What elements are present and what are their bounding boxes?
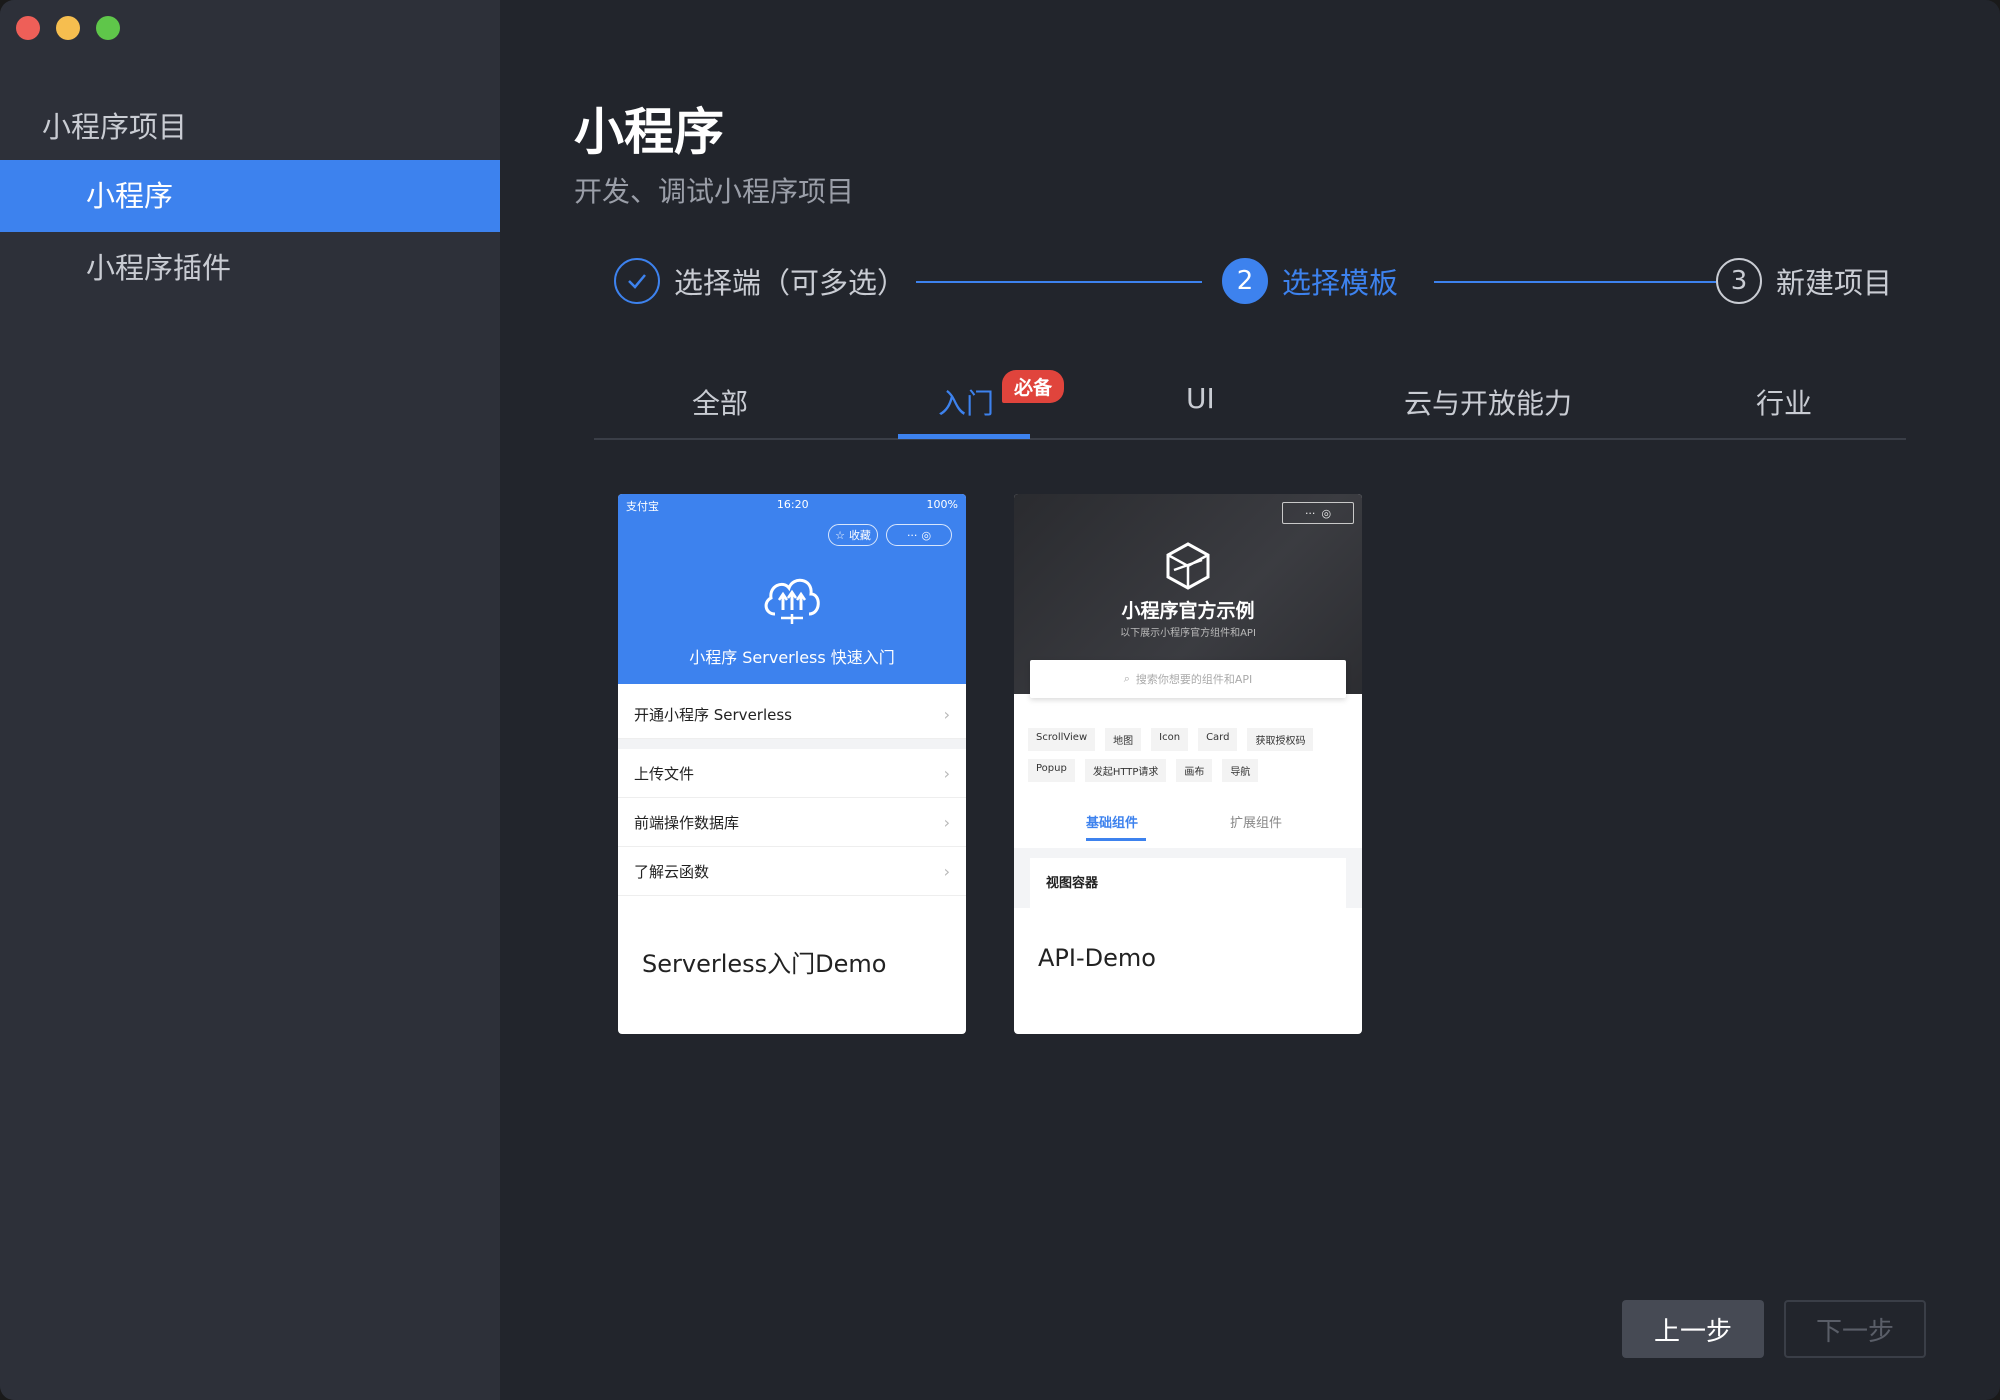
step-new-project: 3 新建项目	[1716, 256, 1892, 306]
tab-getting-started[interactable]: 入门	[938, 382, 994, 422]
preview-title: 小程序 Serverless 快速入门	[689, 648, 895, 667]
sidebar-item-plugin[interactable]: 小程序插件	[0, 232, 500, 304]
page-title: 小程序	[574, 103, 724, 161]
template-category-tabs: 全部 入门 必备 UI 云与开放能力 行业	[594, 370, 1906, 440]
template-name: Serverless入门Demo	[642, 950, 887, 978]
tag: Popup	[1028, 759, 1075, 782]
preview-tab-extended: 扩展组件	[1230, 816, 1283, 831]
cube-logo-icon	[1166, 542, 1210, 590]
preview-search-bar: ⌕ 搜索你想要的组件和API	[1030, 660, 1346, 698]
tag: Card	[1198, 728, 1238, 751]
step-connector	[916, 281, 1202, 283]
sidebar: 小程序项目 小程序 小程序插件	[0, 0, 500, 1400]
tab-active-indicator	[898, 434, 1030, 439]
status-carrier: 支付宝	[626, 500, 659, 513]
tag: Icon	[1151, 728, 1189, 751]
tag: 地图	[1105, 728, 1142, 751]
preview-title: 小程序官方示例	[1121, 600, 1255, 622]
tab-cloud-open[interactable]: 云与开放能力	[1404, 382, 1572, 422]
list-item-label: 上传文件	[634, 764, 695, 783]
minimize-window-button[interactable]	[56, 16, 80, 40]
preview-tabs: 基础组件 扩展组件	[1014, 812, 1362, 842]
step-select-platform: 选择端（可多选）	[614, 256, 906, 306]
tab-all[interactable]: 全部	[692, 382, 748, 422]
tag: 发起HTTP请求	[1084, 759, 1167, 782]
next-step-button[interactable]: 下一步	[1784, 1300, 1926, 1358]
step-label: 选择模板	[1282, 266, 1399, 300]
template-name: API-Demo	[1038, 944, 1156, 972]
stepper: 选择端（可多选） 2 选择模板 3 新建项目	[612, 256, 1892, 306]
preview-tab-basic: 基础组件	[1086, 816, 1139, 831]
step-number: 3	[1716, 258, 1762, 304]
tag: 获取授权码	[1247, 728, 1314, 751]
main-panel: 小程序 开发、调试小程序项目 选择端（可多选） 2 选择模板 3 新建项目 全部…	[500, 0, 2000, 1400]
menu-capsule: ··· ◎	[886, 524, 952, 546]
preview-tab-indicator	[1086, 838, 1146, 841]
favorite-capsule: ☆ 收藏	[828, 524, 878, 546]
step-select-template: 2 选择模板	[1222, 256, 1398, 306]
chevron-right-icon: ›	[943, 763, 950, 783]
more-icon: ···	[1304, 506, 1316, 520]
maximize-window-button[interactable]	[96, 16, 120, 40]
status-time: 16:20	[776, 498, 809, 511]
list-item: 了解云函数 ›	[618, 847, 966, 896]
preview-list: 开通小程序 Serverless › 上传文件 › 前端操作数据库 › 了解云函…	[618, 690, 966, 896]
preview-tag-list: ScrollView 地图 Icon Card 获取授权码 Popup 发起HT…	[1028, 728, 1348, 782]
required-badge: 必备	[1002, 370, 1065, 403]
sidebar-item-miniprogram[interactable]: 小程序	[0, 160, 500, 232]
preview-header: 支付宝 16:20 100% ☆ 收藏 ··· ◎ 小程序 Serverless…	[618, 494, 966, 684]
close-window-button[interactable]	[16, 16, 40, 40]
list-item-label: 开通小程序 Serverless	[634, 705, 792, 724]
chevron-right-icon: ›	[943, 704, 950, 724]
window-controls	[16, 16, 120, 40]
page-subtitle: 开发、调试小程序项目	[574, 175, 855, 208]
tag: ScrollView	[1028, 728, 1096, 751]
step-connector	[1434, 281, 1716, 283]
check-circle-icon	[614, 258, 660, 304]
close-circle-icon: ◎	[921, 528, 932, 542]
template-card-serverless[interactable]: 支付宝 16:20 100% ☆ 收藏 ··· ◎ 小程序 Serverless…	[618, 494, 966, 1034]
cloud-upload-icon	[764, 578, 820, 624]
search-icon: ⌕	[1123, 672, 1130, 685]
status-battery: 100%	[926, 498, 958, 511]
template-card-api-demo[interactable]: ··· ◎ 小程序官方示例 以下展示小程序官方组件和API ⌕ 搜索你想要的组件…	[1014, 494, 1362, 1034]
tab-ui[interactable]: UI	[1186, 382, 1215, 415]
search-placeholder: 搜索你想要的组件和API	[1135, 673, 1253, 686]
list-item-label: 前端操作数据库	[634, 813, 740, 832]
more-icon: ···	[906, 528, 918, 542]
preview-subtitle: 以下展示小程序官方组件和API	[1120, 628, 1256, 639]
tag: 画布	[1176, 759, 1213, 782]
close-circle-icon: ◎	[1321, 506, 1332, 520]
chevron-right-icon: ›	[943, 861, 950, 881]
menu-capsule: ··· ◎	[1282, 502, 1354, 524]
step-label: 选择端（可多选）	[674, 266, 907, 300]
sidebar-section-title: 小程序项目	[42, 110, 188, 144]
tab-industry[interactable]: 行业	[1756, 382, 1812, 422]
list-divider	[618, 739, 966, 749]
list-item: 前端操作数据库 ›	[618, 798, 966, 847]
chevron-right-icon: ›	[943, 812, 950, 832]
star-icon: ☆	[835, 528, 845, 542]
favorite-label: 收藏	[848, 529, 871, 542]
list-item-label: 了解云函数	[634, 862, 710, 881]
preview-section: 视图容器	[1014, 848, 1362, 908]
tag: 导航	[1222, 759, 1259, 782]
list-item: 上传文件 ›	[618, 749, 966, 798]
app-window: 小程序项目 小程序 小程序插件 小程序 开发、调试小程序项目 选择端（可多选） …	[0, 0, 2000, 1400]
step-label: 新建项目	[1776, 266, 1893, 300]
phone-statusbar: 支付宝 16:20 100%	[626, 498, 958, 514]
previous-step-button[interactable]: 上一步	[1622, 1300, 1764, 1358]
step-number: 2	[1222, 258, 1268, 304]
list-item: 开通小程序 Serverless ›	[618, 690, 966, 739]
preview-section-title: 视图容器	[1030, 858, 1346, 908]
